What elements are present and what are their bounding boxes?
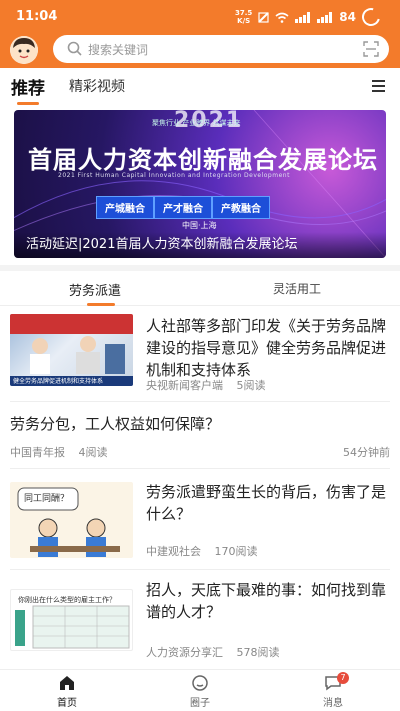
article-source: 央视新闻客户端	[146, 379, 223, 392]
article-title[interactable]: 人社部等多部门印发《关于劳务品牌建设的指导意见》健全劳务品牌促进机制和支持体系	[146, 315, 390, 381]
nav-messages[interactable]: 消息 7	[303, 672, 363, 709]
article-meta: 人力资源分享汇 578阅读	[146, 644, 280, 660]
channel-tabs: 推荐 精彩视频	[0, 68, 400, 105]
article-title[interactable]: 招人，天底下最难的事：如何找到靠谱的人才？	[146, 579, 390, 623]
home-icon	[60, 676, 74, 690]
banner-headline: 首届人力资本创新融合发展论坛	[28, 146, 378, 174]
article-item[interactable]: 健全劳务品牌促进机制和支持体系 人社部等多部门印发《关于劳务品牌建设的指导意见》…	[10, 312, 390, 402]
article-source: 中国青年报	[10, 446, 65, 459]
battery-level: 84	[339, 10, 356, 24]
thumbnail-caption: 健全劳务品牌促进机制和支持体系	[13, 378, 104, 385]
banner-tagline: 聚焦行业 产业跨界 共谋未来	[152, 119, 241, 127]
tab-videos[interactable]: 精彩视频	[69, 76, 125, 96]
tab-flexible-work[interactable]: 灵活用工	[273, 280, 321, 297]
category-tabs: 劳务派遣 灵活用工	[0, 272, 400, 306]
nav-home-label: 首页	[57, 698, 77, 709]
article-thumbnail: 健全劳务品牌促进机制和支持体系	[10, 314, 133, 386]
banner-location: 中国·上海	[182, 221, 217, 230]
article-source: 人力资源分享汇	[146, 646, 223, 659]
tab-recommend[interactable]: 推荐	[11, 74, 45, 105]
banner-caption: 活动延迟|2021首届人力资本创新融合发展论坛	[14, 232, 386, 258]
signal-icon-1	[295, 11, 311, 23]
banner-pill: 产才融合	[154, 196, 212, 219]
bottom-navigation: 首页 圈子 消息 7	[0, 669, 400, 711]
wifi-icon	[275, 12, 289, 23]
banner-caption-text: 活动延迟|2021首届人力资本创新融合发展论坛	[26, 237, 298, 252]
search-icon	[67, 41, 82, 56]
article-reads: 578阅读	[236, 646, 280, 659]
article-item[interactable]: 同工同酬？ 劳务派遣野蛮生长的背后，伤害了是什么？ 中建观社会 170阅读	[10, 472, 390, 570]
message-badge: 7	[337, 672, 349, 684]
article-title[interactable]: 劳务分包，工人权益如何保障？	[10, 413, 390, 435]
user-avatar[interactable]	[10, 36, 38, 64]
nfc-icon	[258, 11, 270, 23]
nav-home[interactable]: 首页	[37, 674, 97, 709]
divider	[0, 265, 400, 271]
article-thumbnail: 你刚出在什么类型的雇主工作？	[10, 589, 133, 651]
status-icons: 37.5 K/S 84	[235, 4, 384, 30]
scan-icon[interactable]	[363, 41, 379, 57]
article-reads: 4阅读	[78, 446, 108, 459]
banner-pill: 产城融合	[96, 196, 154, 219]
signal-icon-2	[317, 11, 333, 23]
nav-circle[interactable]: 圈子	[170, 674, 230, 709]
thumbnail-caption: 你刚出在什么类型的雇主工作？	[18, 596, 116, 604]
article-item[interactable]: 你刚出在什么类型的雇主工作？ 招人，天底下最难的事：如何找到靠谱的人才？ 人力资…	[10, 573, 390, 665]
banner-subtitle: 2021 First Human Capital Innovation and …	[58, 172, 290, 179]
status-time: 11:04	[16, 9, 58, 24]
network-speed: 37.5 K/S	[235, 9, 253, 25]
banner-pill: 产教融合	[212, 196, 270, 219]
menu-icon[interactable]	[372, 80, 385, 95]
battery-icon	[358, 4, 384, 30]
article-reads: 170阅读	[214, 545, 258, 558]
avatar-face-icon	[10, 36, 38, 64]
circle-icon	[192, 675, 208, 691]
article-reads: 5阅读	[236, 379, 266, 392]
article-title[interactable]: 劳务派遣野蛮生长的背后，伤害了是什么？	[146, 481, 390, 525]
status-bar: 11:04 37.5 K/S 84	[0, 0, 400, 34]
search-bar[interactable]: 搜索关键词	[53, 35, 389, 63]
nav-messages-label: 消息	[323, 698, 343, 709]
banner-pills: 产城融合 产才融合 产教融合	[96, 196, 270, 219]
article-meta: 央视新闻客户端 5阅读	[146, 377, 266, 393]
article-meta: 中建观社会 170阅读	[146, 543, 258, 559]
article-source: 中建观社会	[146, 545, 201, 558]
article-thumbnail: 同工同酬？	[10, 482, 133, 558]
search-placeholder[interactable]: 搜索关键词	[88, 41, 148, 58]
banner-carousel[interactable]: 2021 聚焦行业 产业跨界 共谋未来 首届人力资本创新融合发展论坛 2021 …	[14, 110, 386, 258]
top-header: 11:04 37.5 K/S 84 搜索关键词	[0, 0, 400, 68]
tab-labor-dispatch[interactable]: 劳务派遣	[69, 280, 121, 306]
thumbnail-caption: 同工同酬？	[24, 494, 70, 504]
article-meta: 中国青年报 4阅读	[10, 444, 108, 460]
article-time: 54分钟前	[343, 446, 390, 459]
article-item[interactable]: 劳务分包，工人权益如何保障？ 中国青年报 4阅读 54分钟前	[10, 405, 390, 469]
nav-circle-label: 圈子	[190, 698, 210, 709]
